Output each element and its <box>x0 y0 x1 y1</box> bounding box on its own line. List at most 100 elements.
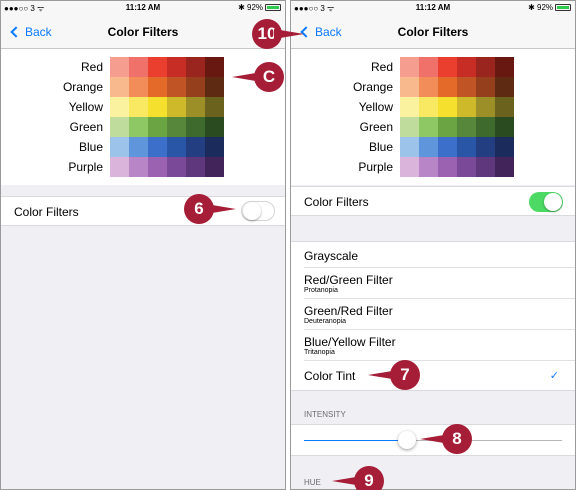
battery-percent: ✱ 92% <box>528 3 553 12</box>
screenshot-stage: ●●●○○ 3 ᯤ 11:12 AM ✱ 92% Back Color Filt… <box>0 0 576 490</box>
swatch-cell <box>438 77 457 97</box>
filter-subtitle: Deuteranopia <box>304 318 347 325</box>
battery-percent: ✱ 92% <box>238 3 263 12</box>
color-filters-group: Color Filters <box>291 186 575 216</box>
battery-icon <box>555 4 571 11</box>
swatch-cell <box>186 97 205 117</box>
color-filters-toggle[interactable] <box>529 192 563 212</box>
swatch-cell <box>129 117 148 137</box>
filter-option-red-green[interactable]: Red/Green Filter Protanopia <box>304 268 575 299</box>
swatch-cell <box>476 157 495 177</box>
swatch-label: Green <box>69 120 103 134</box>
right-phone-screen: ●●●○○ 3 ᯤ 11:12 AM ✱ 92% Back Color Filt… <box>290 0 576 490</box>
swatch-cell <box>457 97 476 117</box>
swatch-label: Purple <box>358 160 393 174</box>
swatch-cell <box>129 137 148 157</box>
callout-badge: C <box>254 62 284 92</box>
swatch-label: Yellow <box>358 100 393 114</box>
swatch-cell <box>495 157 514 177</box>
filter-name: Red/Green Filter <box>304 273 393 287</box>
filter-options-list: Grayscale Red/Green Filter Protanopia Gr… <box>291 241 575 391</box>
swatch-cell <box>110 117 129 137</box>
callout-7: 7 <box>368 360 420 390</box>
swatch-cell <box>186 117 205 137</box>
toggle-knob <box>243 202 261 220</box>
swatch-cell <box>419 117 438 137</box>
swatch-cell <box>438 57 457 77</box>
callout-badge: 8 <box>442 424 472 454</box>
navigation-bar: Back Color Filters <box>291 15 575 49</box>
swatch-label: Red <box>370 60 393 74</box>
filter-option-color-tint[interactable]: Color Tint ✓ <box>304 361 575 391</box>
swatch-cell <box>419 137 438 157</box>
swatch-row-yellow: Yellow <box>1 97 285 117</box>
filter-option-green-red[interactable]: Green/Red Filter Deuteranopia <box>304 299 575 330</box>
callout-10: 10 <box>252 19 304 49</box>
swatch-cell <box>205 57 224 77</box>
callout-pointer <box>206 204 236 214</box>
callout-c: C <box>232 62 284 92</box>
swatch-cell <box>148 157 167 177</box>
swatch-label: Purple <box>68 160 103 174</box>
swatch-row-purple: Purple <box>1 157 285 177</box>
swatch-cell <box>457 157 476 177</box>
swatch-label: Blue <box>368 140 393 154</box>
swatch-cell <box>476 117 495 137</box>
status-bar: ●●●○○ 3 ᯤ 11:12 AM ✱ 92% <box>1 1 285 15</box>
slider-thumb[interactable] <box>398 431 416 449</box>
swatch-cell <box>400 117 419 137</box>
swatch-cell <box>186 157 205 177</box>
swatch-cell <box>148 57 167 77</box>
swatch-cell <box>400 77 419 97</box>
swatch-cell <box>419 97 438 117</box>
filter-option-grayscale[interactable]: Grayscale <box>304 242 575 268</box>
swatch-cell <box>438 117 457 137</box>
swatch-row-purple: Purple <box>291 157 575 177</box>
swatch-label: Blue <box>78 140 103 154</box>
toggle-knob <box>544 193 562 211</box>
swatch-cell <box>167 117 186 137</box>
swatch-cell <box>167 97 186 117</box>
swatch-cell <box>110 97 129 117</box>
swatch-cell <box>438 157 457 177</box>
callout-badge: 7 <box>390 360 420 390</box>
swatch-cell <box>419 157 438 177</box>
callout-pointer <box>274 29 304 39</box>
swatch-label: Orange <box>62 80 103 94</box>
swatch-cell <box>110 77 129 97</box>
callout-9: 9 <box>332 466 384 490</box>
color-filters-toggle[interactable] <box>241 201 275 221</box>
swatch-cell <box>167 157 186 177</box>
swatch-cell <box>476 137 495 157</box>
swatch-cell <box>148 97 167 117</box>
filter-subtitle: Protanopia <box>304 287 338 294</box>
callout-8: 8 <box>420 424 472 454</box>
swatch-cell <box>186 137 205 157</box>
swatch-cell <box>129 157 148 177</box>
swatch-cell <box>457 137 476 157</box>
page-title: Color Filters <box>107 25 179 39</box>
swatch-cell <box>186 57 205 77</box>
filter-option-blue-yellow[interactable]: Blue/Yellow Filter Tritanopia <box>304 330 575 361</box>
swatch-row-yellow: Yellow <box>291 97 575 117</box>
color-filters-label: Color Filters <box>304 195 369 209</box>
swatch-cell <box>438 97 457 117</box>
intensity-header: INTENSITY <box>304 410 346 419</box>
swatch-row-green: Green <box>1 117 285 137</box>
swatch-cell <box>419 77 438 97</box>
swatch-cell <box>205 137 224 157</box>
callout-6: 6 <box>184 194 236 224</box>
checkmark-icon: ✓ <box>549 370 559 382</box>
swatch-cell <box>400 157 419 177</box>
page-title: Color Filters <box>397 25 469 39</box>
hue-header: HUE <box>304 478 321 487</box>
navigation-bar: Back Color Filters <box>1 15 285 49</box>
swatch-cell <box>110 157 129 177</box>
swatch-cell <box>495 117 514 137</box>
battery-icon <box>265 4 281 11</box>
slider-track-filled <box>304 440 407 441</box>
filter-name: Color Tint <box>304 369 356 383</box>
swatch-label: Yellow <box>68 100 103 114</box>
swatch-cell <box>110 137 129 157</box>
color-swatch-preview[interactable]: Red Orange Yellow Green Blue Purple <box>291 49 575 185</box>
